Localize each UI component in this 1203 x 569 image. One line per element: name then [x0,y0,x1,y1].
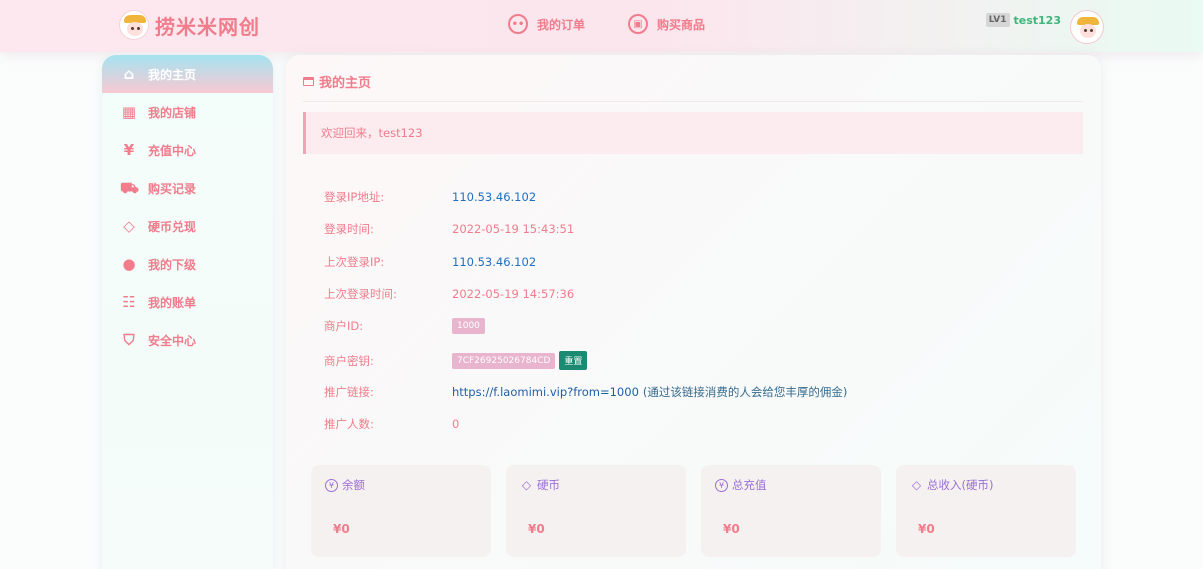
merchant-id-value: 1000 [452,318,485,334]
info-row-merchant-id: 商户ID: 1000 [324,318,485,334]
main-panel: 我的主页 欢迎回来，test123 登录IP地址: 110.53.46.102 … [286,55,1101,569]
brand-mascot-icon [119,10,149,40]
diamond-icon: ◇ [521,478,532,492]
card-total-income: ◇ 总收入(硬币) ¥0 [896,465,1076,557]
welcome-text: 欢迎回来，test123 [321,126,423,140]
grid-icon: ▦ [121,103,137,121]
sidebar-item-coin-cashout[interactable]: ◇ 硬币兑现 [102,207,273,245]
sidebar-item-label: 我的主页 [148,67,197,82]
clipboard-icon: ☷ [122,293,136,311]
card-title-text: 硬币 [537,478,560,492]
login-ip-label: 登录IP地址: [324,190,385,204]
sidebar-item-label: 我的下级 [148,257,197,272]
card-value: ¥0 [528,522,545,536]
last-ip-label: 上次登录IP: [324,255,385,269]
referrals-value: 0 [452,417,460,431]
promo-link-label: 推广链接: [324,385,374,399]
last-ip-value: 110.53.46.102 [452,255,537,269]
chat-bubble-icon: •• [508,14,528,34]
divider [303,101,1083,102]
card-value: ¥0 [918,522,935,536]
shield-icon: ⛉ [123,331,135,349]
diamond-icon: ◇ [911,478,922,492]
page-title: 我的主页 [303,72,371,91]
sidebar-item-bills[interactable]: ☷ 我的账单 [102,283,273,321]
welcome-banner: 欢迎回来，test123 [303,112,1083,154]
sidebar-item-label: 充值中心 [148,143,197,158]
card-balance: ¥ 余额 ¥0 [311,465,491,557]
yen-icon: ¥ [715,478,728,492]
window-icon [303,77,314,86]
nav-my-orders[interactable]: •• 我的订单 [508,14,585,34]
reset-key-button[interactable]: 重置 [559,351,588,370]
login-time-label: 登录时间: [324,222,374,236]
yen-icon: ¥ [123,141,135,159]
diamond-icon: ◇ [123,217,135,235]
card-title-text: 总充值 [732,478,767,492]
card-title: ¥ 总充值 [715,477,767,493]
last-time-label: 上次登录时间: [324,287,397,301]
page-title-text: 我的主页 [319,76,372,91]
home-icon: ⌂ [123,65,135,83]
card-coins: ◇ 硬币 ¥0 [506,465,686,557]
sidebar: ⌂ 我的主页 ▦ 我的店铺 ¥ 充值中心 ⛟ 购买记录 ◇ 硬币兑现 ● 我的下… [102,55,273,569]
sidebar-item-label: 我的账单 [148,295,197,310]
nav-buy-products-label: 购买商品 [657,17,706,32]
user-icon: ● [122,255,136,273]
card-title: ¥ 余额 [325,477,365,493]
sidebar-item-my-store[interactable]: ▦ 我的店铺 [102,93,273,131]
username: test123 [1013,13,1062,27]
promo-link[interactable]: https://f.laomimi.vip?from=1000 [452,385,639,399]
sidebar-item-label: 购买记录 [148,181,197,196]
level-badge: LV1 [985,13,1010,27]
promo-note: (通过该链接消费的人会给您丰厚的佣金) [642,385,848,399]
info-row-last-time: 上次登录时间: 2022-05-19 14:57:36 [324,286,574,302]
last-time-value: 2022-05-19 14:57:36 [452,287,575,301]
sidebar-item-recharge[interactable]: ¥ 充值中心 [102,131,273,169]
user-avatar[interactable] [1071,11,1103,43]
card-value: ¥0 [723,522,740,536]
card-total-recharge: ¥ 总充值 ¥0 [701,465,881,557]
merchant-id-label: 商户ID: [324,319,364,333]
brand-name: 捞米米网创 [155,14,260,39]
info-row-last-ip: 上次登录IP: 110.53.46.102 [324,254,536,270]
merchant-key-value: 7CF26925026784CD [452,352,556,369]
login-ip-value: 110.53.46.102 [452,190,537,204]
cart-icon: ⛟ [120,179,139,197]
nav-buy-products[interactable]: ▣ 购买商品 [628,14,705,34]
stats-cards: ¥ 余额 ¥0 ◇ 硬币 ¥0 ¥ 总充值 ¥0 ◇ 总收入(硬币) ¥0 [311,465,1091,557]
sidebar-item-label: 硬币兑现 [148,219,197,234]
sidebar-item-label: 我的店铺 [148,105,197,120]
sidebar-item-purchase-records[interactable]: ⛟ 购买记录 [102,169,273,207]
referrals-label: 推广人数: [324,417,374,431]
card-value: ¥0 [333,522,350,536]
top-header: 捞米米网创 •• 我的订单 ▣ 购买商品 LV1 test123 [0,0,1203,52]
login-time-value: 2022-05-19 15:43:51 [452,222,575,236]
brand-logo[interactable]: 捞米米网创 [119,10,260,40]
info-row-referrals: 推广人数: 0 [324,416,459,432]
info-row-login-ip: 登录IP地址: 110.53.46.102 [324,189,536,205]
sidebar-item-subordinates[interactable]: ● 我的下级 [102,245,273,283]
user-info[interactable]: LV1 test123 [985,13,1062,27]
yen-icon: ¥ [325,478,338,492]
card-title-text: 总收入(硬币) [927,478,994,492]
card-title-text: 余额 [342,478,365,492]
info-row-promo-link: 推广链接: https://f.laomimi.vip?from=1000 (通… [324,384,847,400]
card-title: ◇ 总收入(硬币) [910,477,994,493]
shop-icon: ▣ [628,14,648,34]
merchant-key-label: 商户密钥: [324,353,374,368]
sidebar-item-label: 安全中心 [148,333,197,348]
card-title: ◇ 硬币 [520,477,560,493]
nav-my-orders-label: 我的订单 [537,17,586,32]
sidebar-item-home[interactable]: ⌂ 我的主页 [102,55,273,93]
sidebar-item-security[interactable]: ⛉ 安全中心 [102,321,273,359]
info-row-merchant-key: 商户密钥: 7CF26925026784CD 重置 [324,351,588,370]
info-row-login-time: 登录时间: 2022-05-19 15:43:51 [324,221,574,237]
